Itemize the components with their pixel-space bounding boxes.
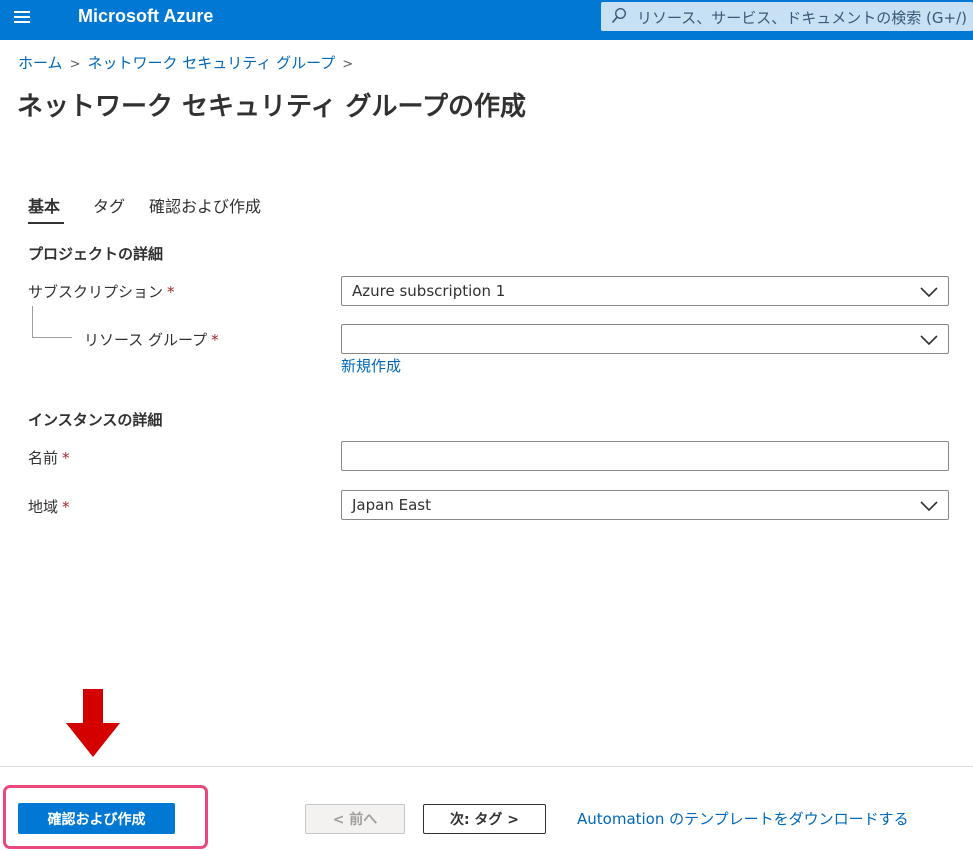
search-placeholder: リソース、サービス、ドキュメントの検索 (G+/) [637, 9, 967, 27]
subscription-label: サブスクリプション * [28, 281, 175, 302]
tree-connector [32, 306, 33, 338]
resource-group-label: リソース グループ * [84, 329, 219, 350]
name-input[interactable] [341, 441, 949, 471]
required-marker: * [167, 283, 175, 301]
region-dropdown[interactable]: Japan East [341, 490, 949, 520]
chevron-right-icon: > [342, 57, 354, 72]
required-marker: * [211, 331, 219, 349]
resource-group-dropdown[interactable] [341, 324, 949, 354]
tab-basics[interactable]: 基本 [28, 193, 60, 217]
resource-group-label-text: リソース グループ [84, 331, 208, 349]
chevron-down-icon [920, 335, 938, 346]
subscription-value: Azure subscription 1 [352, 282, 506, 300]
top-bar: Microsoft Azure リソース、サービス、ドキュメントの検索 (G+/… [0, 0, 973, 40]
tab-tags[interactable]: タグ [93, 193, 125, 217]
hamburger-menu-icon[interactable] [12, 9, 34, 27]
project-details-heading: プロジェクトの詳細 [28, 245, 164, 263]
breadcrumb-nsg[interactable]: ネットワーク セキュリティ グループ [87, 54, 335, 72]
create-new-resource-group-link[interactable]: 新規作成 [341, 355, 401, 376]
tab-review-create[interactable]: 確認および作成 [149, 193, 261, 217]
download-template-link[interactable]: Automation のテンプレートをダウンロードする [577, 808, 909, 829]
arrow-down-icon [66, 689, 120, 757]
footer-divider [0, 766, 973, 767]
subscription-label-text: サブスクリプション [28, 283, 164, 301]
chevron-down-icon [920, 287, 938, 298]
review-create-button[interactable]: 確認および作成 [18, 803, 175, 834]
breadcrumb-home[interactable]: ホーム [18, 54, 63, 72]
required-marker: * [62, 449, 70, 467]
breadcrumb: ホーム > ネットワーク セキュリティ グループ > [18, 52, 360, 73]
page-title: ネットワーク セキュリティ グループの作成 [17, 92, 526, 122]
name-label: 名前 * [28, 447, 70, 468]
previous-button[interactable]: < 前へ [305, 804, 405, 834]
more-options-button[interactable]: … [506, 94, 521, 110]
search-icon [611, 7, 627, 24]
region-label: 地域 * [28, 496, 70, 517]
subscription-dropdown[interactable]: Azure subscription 1 [341, 276, 949, 306]
chevron-down-icon [920, 501, 938, 512]
name-label-text: 名前 [28, 449, 59, 467]
region-label-text: 地域 [28, 498, 59, 516]
required-marker: * [62, 498, 70, 516]
next-tags-button[interactable]: 次: タグ > [423, 804, 546, 834]
tree-connector [32, 337, 72, 338]
chevron-right-icon: > [69, 57, 81, 72]
active-tab-indicator [28, 222, 64, 224]
instance-details-heading: インスタンスの詳細 [28, 411, 163, 429]
app-title[interactable]: Microsoft Azure [78, 6, 213, 27]
global-search-box[interactable]: リソース、サービス、ドキュメントの検索 (G+/) [601, 2, 973, 31]
region-value: Japan East [352, 496, 431, 514]
